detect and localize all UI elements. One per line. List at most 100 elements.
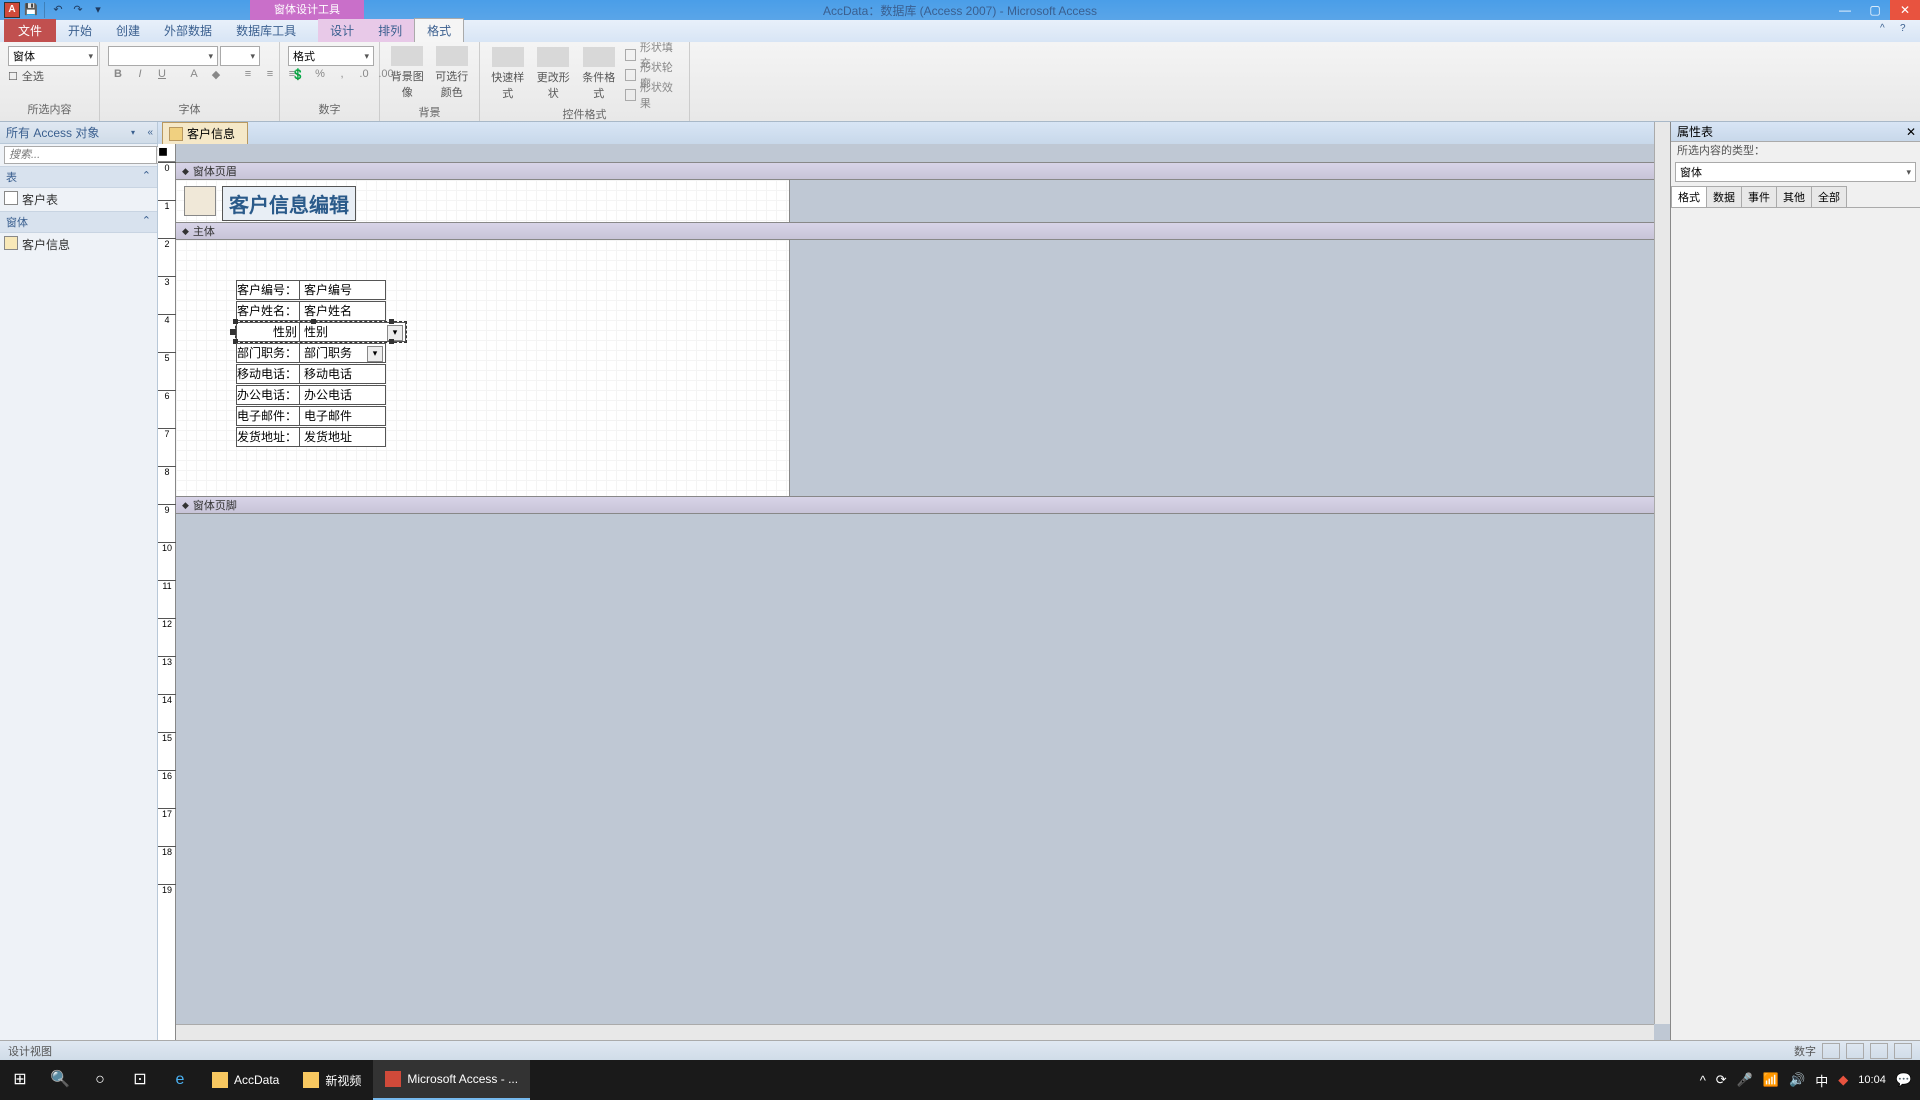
currency-button[interactable]: 💲: [288, 68, 308, 86]
field-textbox[interactable]: 发货地址: [300, 427, 386, 447]
conditional-format-button[interactable]: 条件格式: [579, 47, 619, 103]
view-form-button[interactable]: [1822, 1043, 1840, 1059]
change-shape-button[interactable]: 更改形状: [534, 47, 574, 103]
alt-row-color-button[interactable]: 可选行颜色: [433, 46, 472, 102]
form-header-section[interactable]: 客户信息编辑: [176, 180, 790, 222]
app-icon[interactable]: A: [4, 2, 20, 18]
maximize-button[interactable]: ▢: [1860, 0, 1890, 20]
field-label[interactable]: 移动电话：: [236, 364, 300, 384]
field-label[interactable]: 客户编号：: [236, 280, 300, 300]
quick-styles-button[interactable]: 快速样式: [488, 47, 528, 103]
percent-button[interactable]: %: [310, 68, 330, 86]
comma-button[interactable]: ,: [332, 68, 352, 86]
tray-app-icon[interactable]: ◆: [1838, 1072, 1848, 1088]
field-row[interactable]: 客户姓名：客户姓名: [236, 301, 386, 321]
tab-format[interactable]: 格式: [414, 18, 464, 42]
prop-tab-data[interactable]: 数据: [1706, 186, 1742, 207]
shape-effects-button[interactable]: 形状效果: [625, 86, 681, 104]
tab-arrange[interactable]: 排列: [366, 19, 414, 42]
edge-icon[interactable]: e: [160, 1060, 200, 1100]
doc-tab-customer-info[interactable]: 客户信息: [162, 122, 248, 144]
view-layout-button[interactable]: [1870, 1043, 1888, 1059]
field-textbox[interactable]: 办公电话: [300, 385, 386, 405]
underline-button[interactable]: U: [152, 68, 172, 86]
form-title-label[interactable]: 客户信息编辑: [222, 186, 356, 221]
view-datasheet-button[interactable]: [1846, 1043, 1864, 1059]
view-design-button[interactable]: [1894, 1043, 1912, 1059]
help-icon[interactable]: ?: [1900, 23, 1914, 37]
tray-chevron-icon[interactable]: ^: [1700, 1073, 1706, 1088]
field-label[interactable]: 客户姓名：: [236, 301, 300, 321]
align-left-button[interactable]: ≡: [238, 68, 258, 86]
field-label[interactable]: 办公电话：: [236, 385, 300, 405]
section-form-footer[interactable]: ◆窗体页脚: [176, 496, 1670, 514]
ruler-corner[interactable]: ◼: [158, 144, 176, 162]
qat-customize[interactable]: ▾: [89, 2, 107, 18]
prop-tab-event[interactable]: 事件: [1741, 186, 1777, 207]
minimize-button[interactable]: —: [1830, 0, 1860, 20]
tab-home[interactable]: 开始: [56, 19, 104, 42]
nav-item-customer-table[interactable]: 客户表: [0, 188, 157, 211]
nav-dropdown-icon[interactable]: ▾: [131, 128, 135, 137]
font-color-button[interactable]: A: [184, 68, 204, 86]
tray-volume-icon[interactable]: 🔊: [1789, 1072, 1805, 1088]
nav-group-forms[interactable]: 窗体⌃: [0, 211, 157, 233]
taskbar-item[interactable]: AccData: [200, 1060, 291, 1100]
section-detail[interactable]: ◆主体: [176, 222, 1670, 240]
vertical-ruler[interactable]: 012345678910111213141516171819: [158, 162, 176, 1040]
tab-file[interactable]: 文件: [4, 19, 56, 42]
tray-sync-icon[interactable]: ⟳: [1716, 1072, 1727, 1088]
qat-undo[interactable]: ↶: [49, 2, 67, 18]
field-label[interactable]: 性别: [236, 322, 300, 342]
background-image-button[interactable]: 背景图像: [388, 46, 427, 102]
property-close-icon[interactable]: ✕: [1906, 122, 1916, 142]
nav-item-customer-form[interactable]: 客户信息: [0, 233, 157, 256]
task-view-icon[interactable]: ⊡: [120, 1060, 160, 1100]
close-button[interactable]: ✕: [1890, 0, 1920, 20]
field-row[interactable]: 客户编号：客户编号: [236, 280, 386, 300]
field-combobox[interactable]: 部门职务: [300, 343, 386, 363]
tray-notifications-icon[interactable]: 💬: [1896, 1072, 1912, 1088]
field-label[interactable]: 发货地址：: [236, 427, 300, 447]
tray-clock[interactable]: 10:04: [1858, 1074, 1886, 1086]
search-icon[interactable]: 🔍: [40, 1060, 80, 1100]
start-button[interactable]: ⊞: [0, 1060, 40, 1100]
align-center-button[interactable]: ≡: [260, 68, 280, 86]
tab-dbtools[interactable]: 数据库工具: [224, 19, 308, 42]
selection-type-combo[interactable]: 窗体: [8, 46, 98, 66]
bold-button[interactable]: B: [108, 68, 128, 86]
nav-collapse-icon[interactable]: «: [147, 127, 153, 138]
field-row[interactable]: 性别性别: [236, 322, 406, 342]
cortana-icon[interactable]: ○: [80, 1060, 120, 1100]
font-size-combo[interactable]: [220, 46, 260, 66]
italic-button[interactable]: I: [130, 68, 150, 86]
nav-group-tables[interactable]: 表⌃: [0, 166, 157, 188]
tray-network-icon[interactable]: 📶: [1763, 1072, 1779, 1088]
prop-tab-other[interactable]: 其他: [1776, 186, 1812, 207]
number-format-combo[interactable]: 格式: [288, 46, 374, 66]
prop-tab-all[interactable]: 全部: [1811, 186, 1847, 207]
property-object-combo[interactable]: 窗体: [1675, 162, 1916, 182]
tray-ime-icon[interactable]: 中: [1815, 1071, 1828, 1090]
tab-external[interactable]: 外部数据: [152, 19, 224, 42]
taskbar-item[interactable]: Microsoft Access - ...: [373, 1060, 530, 1100]
vertical-scrollbar[interactable]: [1654, 122, 1670, 1024]
fill-color-button[interactable]: ◆: [206, 68, 226, 86]
horizontal-scrollbar[interactable]: [176, 1024, 1654, 1040]
tab-design[interactable]: 设计: [318, 19, 366, 42]
form-detail-section[interactable]: 客户编号：客户编号客户姓名：客户姓名性别性别部门职务：部门职务移动电话：移动电话…: [176, 240, 790, 496]
field-row[interactable]: 移动电话：移动电话: [236, 364, 386, 384]
form-canvas[interactable]: ◆窗体页眉 客户信息编辑 ◆主体 客户编号：客户编号客户姓名：客户姓名性别性别部…: [176, 162, 1670, 1040]
field-row[interactable]: 电子邮件：电子邮件: [236, 406, 386, 426]
field-textbox[interactable]: 客户编号: [300, 280, 386, 300]
search-input[interactable]: [4, 146, 157, 164]
field-row[interactable]: 部门职务：部门职务: [236, 343, 386, 363]
font-family-combo[interactable]: [108, 46, 218, 66]
increase-decimal-button[interactable]: .0: [354, 68, 374, 86]
form-logo-image[interactable]: [184, 186, 216, 216]
field-label[interactable]: 电子邮件：: [236, 406, 300, 426]
field-textbox[interactable]: 客户姓名: [300, 301, 386, 321]
tab-create[interactable]: 创建: [104, 19, 152, 42]
field-label[interactable]: 部门职务：: [236, 343, 300, 363]
qat-save[interactable]: 💾: [22, 2, 40, 18]
